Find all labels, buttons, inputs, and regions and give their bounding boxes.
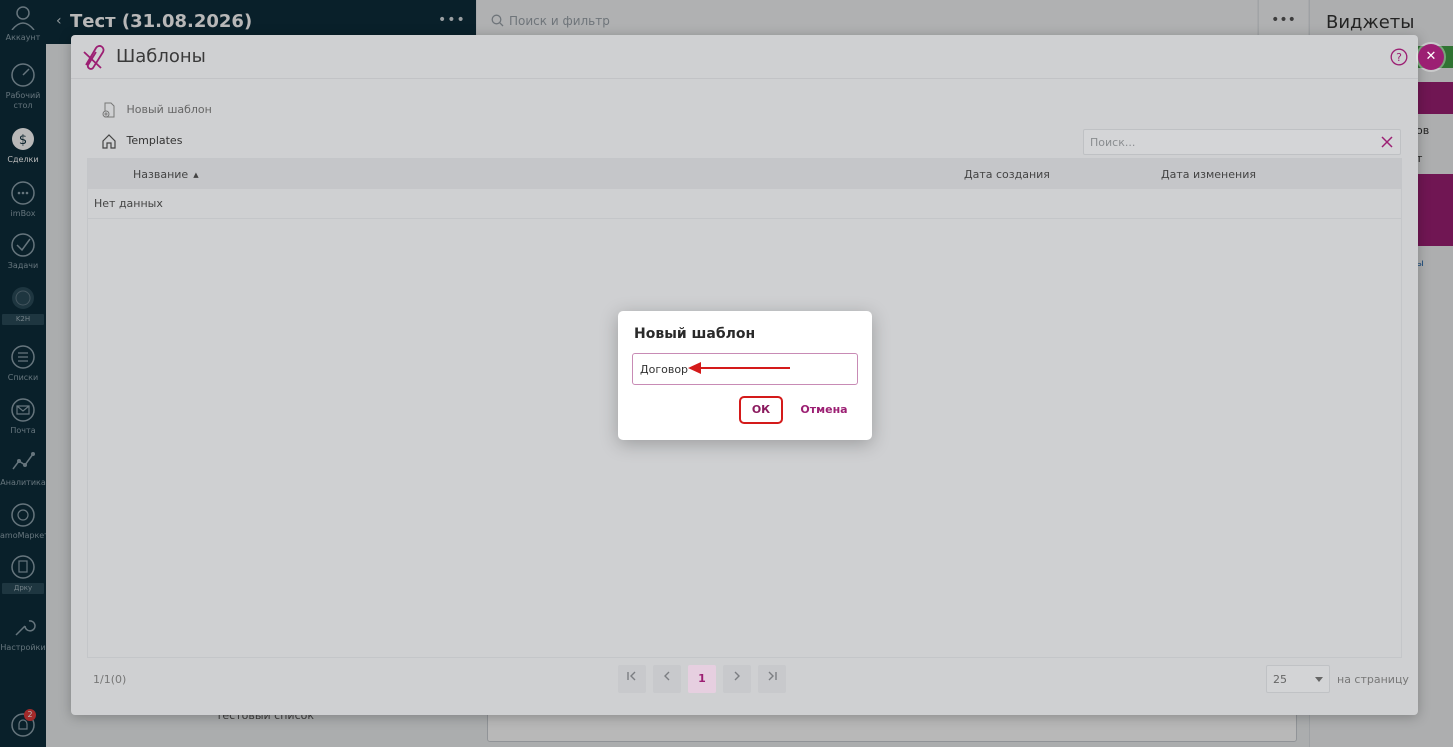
per-page-value: 25 [1273,673,1287,686]
column-created-header[interactable]: Дата создания [964,168,1050,181]
prev-page-button[interactable] [653,665,681,693]
grid-empty-message: Нет данных [94,197,163,210]
per-page-label: на страницу [1337,673,1409,686]
column-name-header[interactable]: Название ▲ [133,168,199,181]
modal-title: Шаблоны [116,46,206,67]
per-page-select[interactable]: 25 [1266,665,1330,693]
chevron-left-icon [664,671,670,681]
breadcrumb[interactable]: Templates [101,133,182,149]
new-document-icon [102,102,115,118]
home-icon [102,134,116,149]
template-search-input[interactable] [1084,130,1374,154]
column-name-label: Название [133,168,189,181]
new-template-button[interactable]: Новый шаблон [101,102,212,118]
template-search-box [1083,129,1401,155]
ok-button[interactable]: ОК [739,396,783,424]
svg-text:?: ? [1396,51,1402,64]
annotation-arrow-icon [688,362,790,374]
grid-header: Название ▲ Дата создания Дата изменения [88,159,1401,189]
chevron-right-icon [734,671,740,681]
breadcrumb-label: Templates [126,134,183,147]
next-page-button[interactable] [723,665,751,693]
last-page-icon [768,671,777,681]
first-page-button[interactable] [618,665,646,693]
clear-search-icon[interactable] [1380,135,1394,149]
grid-divider [88,218,1401,219]
last-page-button[interactable] [758,665,786,693]
dialog-title: Новый шаблон [634,326,756,342]
sort-ascending-icon: ▲ [193,171,199,179]
chevron-down-icon [1315,677,1323,682]
modal-header: Шаблоны ? [71,35,1418,79]
first-page-icon [627,671,636,681]
paperclip-logo-icon [83,45,105,70]
new-template-dialog: Новый шаблон ОК Отмена [618,311,872,440]
column-modified-header[interactable]: Дата изменения [1161,168,1256,181]
page-button-current[interactable]: 1 [688,665,716,693]
help-icon[interactable]: ? [1390,48,1408,66]
record-count: 1/1(0) [93,673,127,686]
cancel-button[interactable]: Отмена [798,396,850,424]
close-modal-button[interactable]: ✕ [1418,44,1444,70]
new-template-label: Новый шаблон [126,103,212,116]
